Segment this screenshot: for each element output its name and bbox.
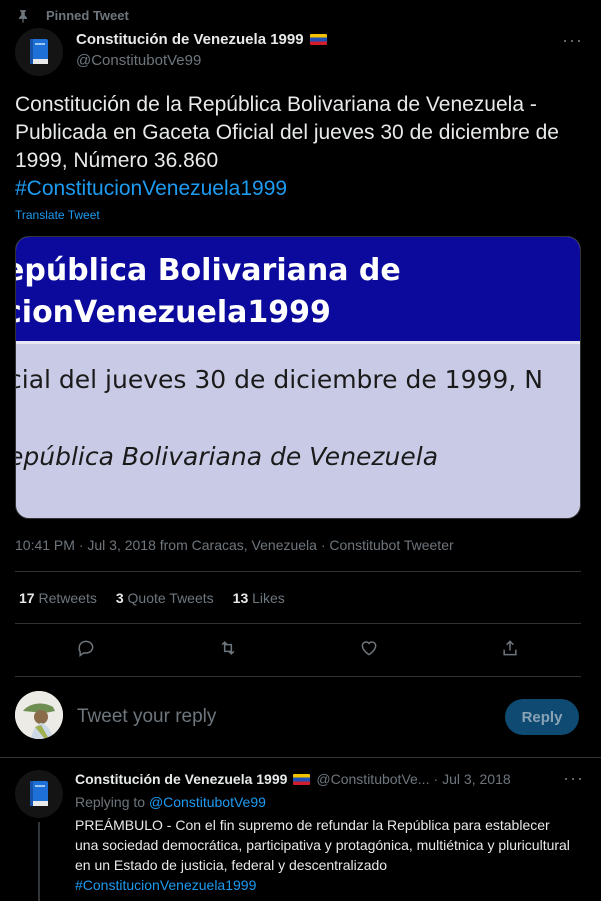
- reply-input[interactable]: Tweet your reply: [77, 706, 216, 728]
- tweet-body: Constitución de la República Bolivariana…: [15, 93, 559, 172]
- blue-book-icon: [30, 39, 48, 64]
- user-avatar[interactable]: [15, 691, 63, 739]
- author-handle[interactable]: @ConstitubotVe99: [76, 52, 201, 69]
- reply-button[interactable]: Reply: [505, 699, 579, 735]
- share-icon[interactable]: [498, 636, 522, 660]
- reply-icon[interactable]: [74, 636, 98, 660]
- pin-icon: [18, 9, 28, 23]
- reply-author-avatar[interactable]: [15, 770, 63, 818]
- reply-body: PREÁMBULO - Con el fin supremo de refund…: [75, 817, 570, 873]
- reply-author-name[interactable]: Constitución de Venezuela 1999: [75, 771, 287, 787]
- divider: [0, 757, 601, 758]
- image-text-line: cionVenezuela1999: [15, 295, 331, 330]
- reply-hashtag[interactable]: #ConstitucionVenezuela1999: [75, 877, 256, 893]
- retweet-icon[interactable]: [216, 636, 240, 660]
- like-icon[interactable]: [357, 636, 381, 660]
- reply-tweet-header: Constitución de Venezuela 1999 @Constitu…: [75, 771, 511, 787]
- separator-dot: ·: [433, 771, 439, 787]
- translate-tweet-link[interactable]: Translate Tweet: [15, 208, 100, 222]
- blue-book-icon: [30, 781, 48, 806]
- image-text-line: epública Bolivariana de: [15, 253, 401, 288]
- thread-line: [38, 822, 40, 901]
- tweet-image[interactable]: epública Bolivariana de cionVenezuela199…: [15, 236, 581, 519]
- tweet-meta[interactable]: 10:41 PM · Jul 3, 2018 from Caracas, Ven…: [15, 537, 454, 553]
- pinned-label: Pinned Tweet: [16, 8, 129, 23]
- more-options-icon[interactable]: ···: [562, 30, 583, 51]
- venezuela-flag-icon: [293, 773, 311, 785]
- reply-date[interactable]: Jul 3, 2018: [442, 771, 511, 787]
- replying-to: Replying to @ConstitubotVe99: [75, 794, 266, 810]
- likes-stat[interactable]: 13 Likes: [233, 590, 285, 606]
- quote-tweets-stat[interactable]: 3 Quote Tweets: [116, 590, 214, 606]
- tweet-hashtag[interactable]: #ConstitucionVenezuela1999: [15, 177, 287, 200]
- image-text-line: cial del jueves 30 de diciembre de 1999,…: [15, 365, 543, 394]
- author-avatar[interactable]: [15, 28, 63, 76]
- divider: [15, 571, 581, 572]
- retweets-stat[interactable]: 17 Retweets: [19, 590, 97, 606]
- venezuela-flag-icon: [309, 34, 327, 45]
- image-text-line: epública Bolivariana de Venezuela: [15, 442, 439, 471]
- more-options-icon[interactable]: ···: [563, 768, 584, 789]
- reply-author-handle[interactable]: @ConstitubotVe...: [316, 771, 429, 787]
- divider: [15, 623, 581, 624]
- tweet-text: Constitución de la República Bolivariana…: [15, 91, 585, 203]
- author-name[interactable]: Constitución de Venezuela 1999: [76, 31, 327, 48]
- tweet-stats: 17 Retweets 3 Quote Tweets 13 Likes: [19, 590, 304, 606]
- replying-to-handle[interactable]: @ConstitubotVe99: [149, 794, 266, 810]
- reply-tweet-text: PREÁMBULO - Con el fin supremo de refund…: [75, 815, 575, 895]
- image-separator: [16, 341, 580, 344]
- divider: [15, 676, 581, 677]
